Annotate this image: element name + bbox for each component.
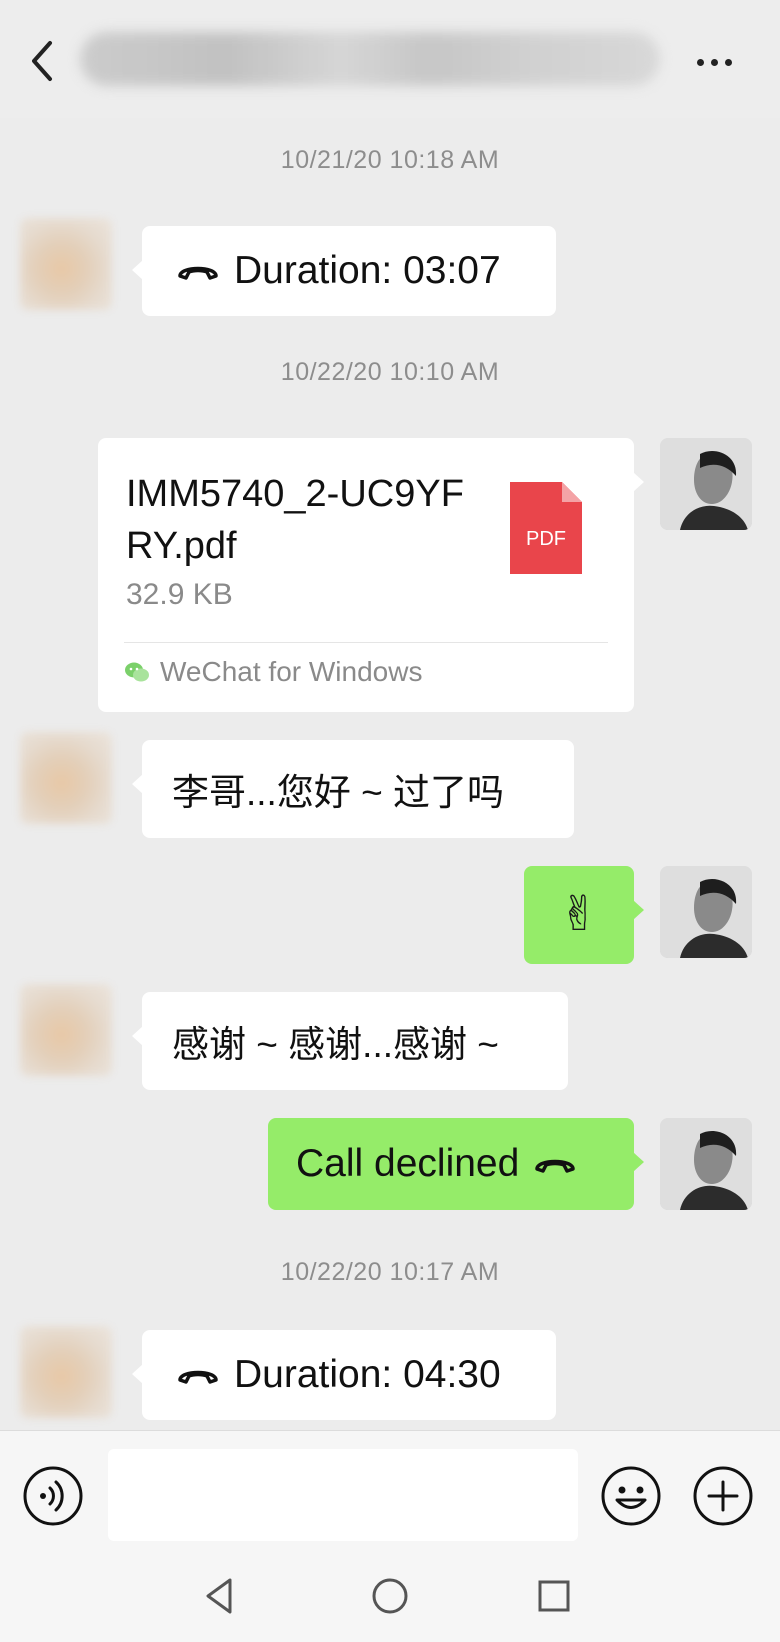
phone-hangup-icon	[176, 1364, 220, 1386]
message-text: 李哥...您好 ~ 过了吗	[172, 772, 505, 813]
chat-title-blurred	[80, 32, 660, 86]
file-name: IMM5740_2-UC9YFRY.pdf	[126, 473, 464, 567]
call-record-bubble[interactable]: Duration: 03:07	[132, 226, 556, 316]
victory-hand-emoji: ✌	[558, 888, 600, 941]
message-text: 感谢 ~ 感谢...感谢 ~	[172, 1024, 499, 1065]
my-avatar[interactable]	[660, 438, 752, 530]
call-duration-text: Duration: 04:30	[234, 1353, 501, 1396]
chat-input-bar	[0, 1430, 780, 1550]
call-record-bubble[interactable]: Duration: 04:30	[132, 1330, 556, 1420]
emoji-message-bubble[interactable]: ✌	[524, 866, 644, 964]
call-duration-text: Duration: 03:07	[234, 249, 501, 292]
wechat-logo-icon	[125, 662, 149, 682]
pdf-badge-label: PDF	[526, 528, 566, 550]
file-source: WeChat for Windows	[124, 656, 422, 688]
contact-avatar[interactable]	[20, 984, 112, 1076]
nav-home-icon[interactable]	[368, 1574, 412, 1618]
text-message-bubble[interactable]: 李哥...您好 ~ 过了吗	[132, 740, 574, 838]
person-photo-icon	[660, 1118, 752, 1210]
more-dots-icon	[696, 58, 704, 66]
chat-header	[0, 0, 780, 118]
more-button[interactable]	[686, 40, 742, 84]
pdf-file-icon: PDF	[510, 482, 582, 574]
file-source-label: WeChat for Windows	[160, 656, 423, 687]
contact-avatar[interactable]	[20, 732, 112, 824]
plus-icon[interactable]	[692, 1465, 754, 1527]
person-photo-icon	[660, 866, 752, 958]
timestamp: 10/22/20 10:10 AM	[280, 358, 500, 386]
chevron-left-icon	[32, 41, 52, 81]
my-avatar[interactable]	[660, 866, 752, 958]
phone-hangup-icon	[533, 1153, 577, 1175]
timestamp: 10/21/20 10:18 AM	[280, 146, 500, 174]
message-input[interactable]	[108, 1449, 578, 1541]
system-nav-bar	[0, 1550, 780, 1642]
my-avatar[interactable]	[660, 1118, 752, 1210]
contact-avatar[interactable]	[20, 218, 112, 310]
file-message-card[interactable]: IMM5740_2-UC9YFRY.pdf 32.9 KB PDF WeChat…	[98, 438, 644, 712]
timestamp: 10/22/20 10:17 AM	[280, 1258, 500, 1286]
nav-back-icon[interactable]	[198, 1574, 242, 1618]
emoji-icon[interactable]	[600, 1465, 662, 1527]
call-declined-bubble[interactable]: Call declined	[268, 1118, 644, 1210]
voice-input-icon[interactable]	[22, 1465, 84, 1527]
call-declined-text: Call declined	[296, 1142, 520, 1185]
divider	[124, 642, 608, 643]
back-button[interactable]	[22, 36, 62, 86]
contact-avatar[interactable]	[20, 1326, 112, 1418]
text-message-bubble[interactable]: 感谢 ~ 感谢...感谢 ~	[132, 992, 568, 1090]
nav-recents-icon[interactable]	[532, 1574, 576, 1618]
person-photo-icon	[660, 438, 752, 530]
file-size: 32.9 KB	[126, 578, 233, 611]
phone-hangup-icon	[176, 260, 220, 282]
